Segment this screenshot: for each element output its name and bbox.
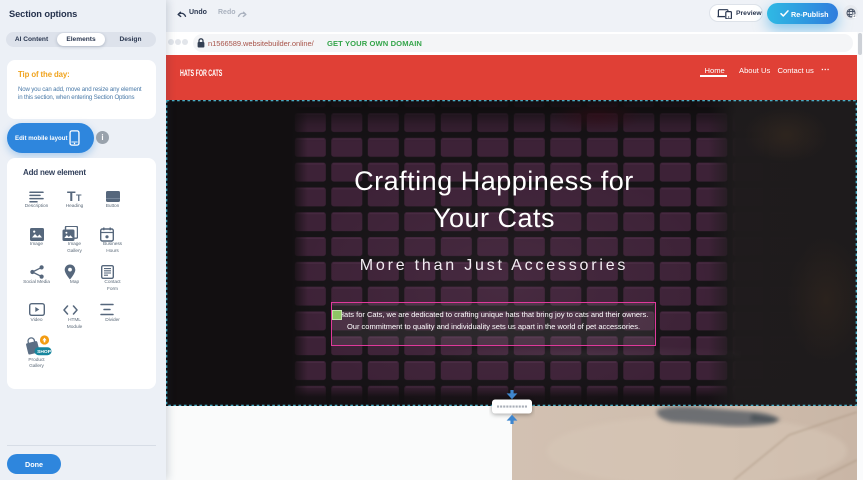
svg-text:T: T [67,189,76,204]
svg-text:T: T [76,193,82,203]
svg-text:SHOP: SHOP [37,349,52,355]
